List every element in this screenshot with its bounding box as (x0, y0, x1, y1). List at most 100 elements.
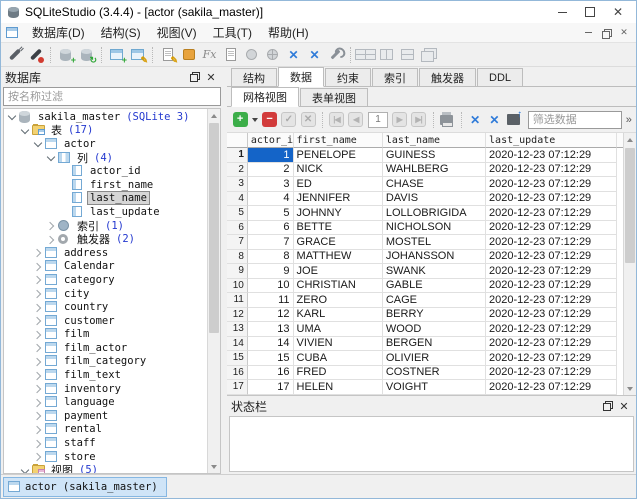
row-number[interactable]: 9 (227, 264, 248, 279)
panel-float-button[interactable] (187, 70, 203, 84)
tree-item-category[interactable]: category (4, 273, 207, 287)
panel-close-button[interactable]: ✕ (616, 399, 632, 413)
chevron-right-icon[interactable] (34, 453, 41, 460)
commit-icon[interactable]: ✓ (280, 110, 298, 129)
cell-first-name[interactable]: BETTE (294, 221, 383, 236)
row-number[interactable]: 6 (227, 221, 248, 236)
cell-actor-id[interactable]: 12 (248, 308, 294, 323)
cell-last-name[interactable]: SWANK (383, 264, 486, 279)
cell-last-name[interactable]: GUINESS (383, 148, 486, 163)
cell-actor-id[interactable]: 4 (248, 192, 294, 207)
toolbar-overflow-icon[interactable]: » (626, 114, 632, 126)
row-number[interactable]: 2 (227, 163, 248, 178)
cell-actor-id[interactable]: 2 (248, 163, 294, 178)
cell-last-update[interactable]: 2020-12-23 07:12:29 (486, 235, 617, 250)
cell-first-name[interactable]: UMA (294, 322, 383, 337)
cell-last-update[interactable]: 2020-12-23 07:12:29 (486, 279, 617, 294)
page-number-box[interactable]: 1 (368, 112, 388, 128)
menu-help[interactable]: 帮助(H) (260, 22, 317, 43)
tile-windows-icon[interactable] (355, 45, 376, 65)
cell-last-name[interactable]: JOHANSSON (383, 250, 486, 265)
cell-first-name[interactable]: CHRISTIAN (294, 279, 383, 294)
tree-item-customer[interactable]: customer (4, 314, 207, 328)
column-header-last_name[interactable]: last_name (383, 133, 486, 148)
tree-item-film[interactable]: film (4, 328, 207, 342)
cascade-windows-icon[interactable] (418, 45, 439, 65)
row-number[interactable]: 16 (227, 366, 248, 381)
chevron-right-icon[interactable] (34, 358, 41, 365)
column-header-actor_id[interactable]: actor_id (248, 133, 294, 148)
cell-actor-id[interactable]: 8 (248, 250, 294, 265)
cell-last-name[interactable]: WOOD (383, 322, 486, 337)
cell-last-update[interactable]: 2020-12-23 07:12:29 (486, 293, 617, 308)
cell-last-name[interactable]: OLIVIER (383, 351, 486, 366)
cell-last-update[interactable]: 2020-12-23 07:12:29 (486, 337, 617, 352)
tab-DDL[interactable]: DDL (477, 68, 523, 86)
cell-actor-id[interactable]: 15 (248, 351, 294, 366)
chevron-right-icon[interactable] (34, 440, 41, 447)
cell-first-name[interactable]: ED (294, 177, 383, 192)
maximize-button[interactable] (576, 3, 604, 21)
chevron-right-icon[interactable] (34, 399, 41, 406)
cell-first-name[interactable]: JENNIFER (294, 192, 383, 207)
scroll-down-icon[interactable] (208, 460, 220, 473)
cell-actor-id[interactable]: 16 (248, 366, 294, 381)
next-page-icon[interactable]: ▶ (390, 110, 408, 129)
delete-row-icon[interactable]: − (260, 110, 278, 129)
cell-actor-id[interactable]: 14 (248, 337, 294, 352)
chevron-right-icon[interactable] (47, 236, 54, 243)
cell-last-name[interactable]: LOLLOBRIGIDA (383, 206, 486, 221)
fit-columns-icon[interactable]: ✕ (466, 110, 484, 129)
panel-float-button[interactable] (600, 399, 616, 413)
prev-page-icon[interactable]: ◀ (347, 110, 365, 129)
menu-tools[interactable]: 工具(T) (205, 22, 260, 43)
row-number[interactable]: 4 (227, 192, 248, 207)
collations-icon[interactable] (241, 45, 262, 65)
tree-item-country[interactable]: country (4, 300, 207, 314)
configuration-icon[interactable] (325, 45, 346, 65)
last-page-icon[interactable]: ▶| (409, 110, 427, 129)
cell-actor-id[interactable]: 3 (248, 177, 294, 192)
cell-first-name[interactable]: VIVIEN (294, 337, 383, 352)
cell-last-name[interactable]: BERRY (383, 308, 486, 323)
chevron-down-icon[interactable] (47, 154, 54, 161)
chevron-right-icon[interactable] (34, 276, 41, 283)
row-number[interactable]: 1 (227, 148, 248, 163)
view-tab-网格视图[interactable]: 网格视图 (231, 87, 299, 107)
cell-last-update[interactable]: 2020-12-23 07:12:29 (486, 322, 617, 337)
disconnect-icon[interactable] (25, 45, 46, 65)
cell-first-name[interactable]: CUBA (294, 351, 383, 366)
chevron-right-icon[interactable] (34, 263, 41, 270)
mdi-restore-button[interactable] (597, 26, 615, 40)
close-button[interactable]: ✕ (604, 3, 632, 21)
scroll-down-icon[interactable] (624, 382, 636, 395)
tree-item-列[interactable]: 列(4) (4, 151, 207, 165)
cell-last-name[interactable]: BERGEN (383, 337, 486, 352)
cell-last-update[interactable]: 2020-12-23 07:12:29 (486, 264, 617, 279)
cell-last-update[interactable]: 2020-12-23 07:12:29 (486, 308, 617, 323)
cell-first-name[interactable]: KARL (294, 308, 383, 323)
chevron-down-icon[interactable] (34, 140, 41, 147)
chevron-down-icon[interactable] (21, 467, 28, 473)
mdi-close-button[interactable]: ✕ (615, 26, 633, 40)
functions-icon[interactable]: Fx (199, 45, 220, 65)
tree-item-actor_id[interactable]: actor_id (4, 164, 207, 178)
export-results-icon[interactable] (505, 110, 523, 129)
row-number[interactable]: 10 (227, 279, 248, 294)
edit-window-icon[interactable]: ✎ (127, 45, 148, 65)
new-sql-editor-icon[interactable]: + (106, 45, 127, 65)
cell-last-update[interactable]: 2020-12-23 07:12:29 (486, 250, 617, 265)
cell-actor-id[interactable]: 1 (248, 148, 294, 163)
tree-item-film_text[interactable]: film_text (4, 368, 207, 382)
tree-item-film_actor[interactable]: film_actor (4, 341, 207, 355)
tree-item-视图[interactable]: 视图(5) (4, 463, 207, 473)
chevron-right-icon[interactable] (34, 317, 41, 324)
tree-item-language[interactable]: language (4, 395, 207, 409)
cell-last-name[interactable]: CAGE (383, 293, 486, 308)
cell-actor-id[interactable]: 10 (248, 279, 294, 294)
print-icon[interactable] (438, 110, 456, 129)
cell-last-name[interactable]: NICHOLSON (383, 221, 486, 236)
scroll-up-icon[interactable] (624, 133, 636, 146)
cell-last-name[interactable]: COSTNER (383, 366, 486, 381)
grid-filter-input[interactable] (528, 111, 622, 129)
